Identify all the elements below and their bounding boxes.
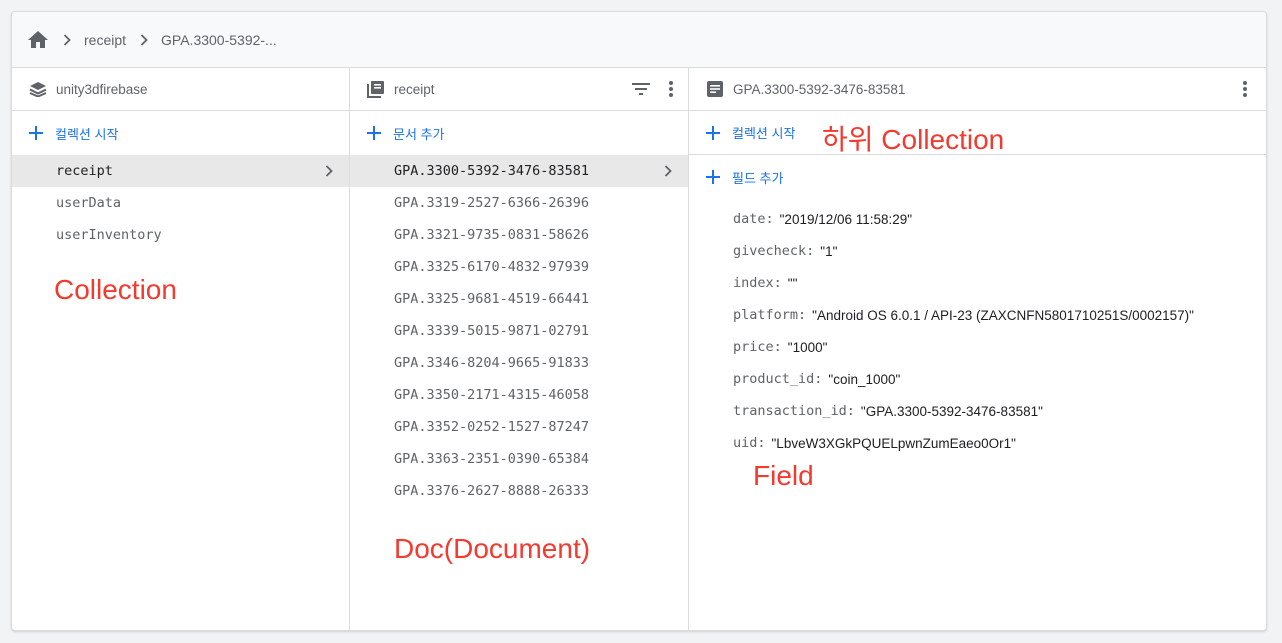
document-icon	[705, 79, 725, 99]
document-item[interactable]: GPA.3352-0252-1527-87247	[350, 411, 688, 443]
field-row[interactable]: date: "2019/12/06 11:58:29"	[689, 203, 1266, 235]
document-item[interactable]: GPA.3300-5392-3476-83581	[350, 155, 688, 187]
plus-icon	[704, 168, 722, 186]
field-key: uid:	[733, 435, 766, 451]
root-column-header: unity3dfirebase	[12, 68, 349, 111]
add-document-label: 문서 추가	[393, 126, 445, 142]
document-item-label: GPA.3352-0252-1527-87247	[394, 419, 590, 435]
document-item-label: GPA.3350-2171-4315-46058	[394, 387, 590, 403]
document-item[interactable]: GPA.3321-9735-0831-58626	[350, 219, 688, 251]
field-key: transaction_id:	[733, 403, 855, 419]
start-subcollection-label: 컬렉션 시작	[732, 126, 796, 141]
annotation-document: Doc(Document)	[394, 533, 591, 564]
field-row[interactable]: price: "1000"	[689, 331, 1266, 363]
breadcrumb-item-document[interactable]: GPA.3300-5392-...	[161, 32, 277, 48]
more-vert-icon[interactable]	[1234, 78, 1256, 100]
root-column: unity3dfirebase 컬렉션 시작 receipt userData …	[12, 68, 350, 630]
breadcrumb-item-collection[interactable]: receipt	[84, 32, 126, 48]
chevron-right-icon	[319, 161, 339, 181]
field-key: index:	[733, 275, 782, 291]
home-icon[interactable]	[27, 29, 49, 51]
annotation-subcollection: 하위 Collection	[822, 124, 1005, 155]
collection-item-userdata[interactable]: userData	[12, 187, 349, 219]
collection-item-label: userInventory	[56, 227, 162, 243]
field-value: "Android OS 6.0.1 / API-23 (ZAXCNFN58017…	[812, 307, 1194, 323]
plus-icon	[27, 124, 45, 142]
annotation-collection: Collection	[54, 274, 177, 305]
breadcrumb: receipt GPA.3300-5392-...	[12, 12, 1266, 68]
document-column: GPA.3300-5392-3476-83581 컬렉션 시작 필드 추가 da…	[689, 68, 1266, 630]
field-value: "1"	[820, 243, 838, 259]
document-item[interactable]: GPA.3363-2351-0390-65384	[350, 443, 688, 475]
field-value: "2019/12/06 11:58:29"	[779, 211, 913, 227]
collection-column: receipt 문서 추가 GPA.3300-5392-3476-83581 G…	[350, 68, 689, 630]
annotation-field: Field	[753, 460, 814, 491]
plus-icon	[704, 124, 722, 142]
field-key: givecheck:	[733, 243, 815, 259]
add-field-button[interactable]: 필드 추가	[689, 155, 1266, 199]
field-row[interactable]: uid: "LbveW3XGkPQUELpwnZumEaeo0Or1"	[689, 427, 1266, 459]
field-list: date: "2019/12/06 11:58:29" givecheck: "1"…	[689, 199, 1266, 459]
field-value: "coin_1000"	[828, 371, 901, 387]
database-icon	[28, 79, 48, 99]
collection-column-header: receipt	[350, 68, 688, 111]
start-collection-button[interactable]: 컬렉션 시작	[12, 111, 349, 155]
field-row[interactable]: platform: "Android OS 6.0.1 / API-23 (ZAX…	[689, 299, 1266, 331]
collection-title: receipt	[394, 81, 435, 97]
field-value: ""	[787, 275, 798, 291]
field-key: price:	[733, 339, 782, 355]
more-vert-icon[interactable]	[660, 78, 682, 100]
document-item[interactable]: GPA.3339-5015-9871-02791	[350, 315, 688, 347]
document-item-label: GPA.3363-2351-0390-65384	[394, 451, 590, 467]
start-collection-label: 컬렉션 시작	[55, 126, 119, 142]
filter-icon[interactable]	[630, 78, 652, 100]
chevron-right-icon	[658, 161, 678, 181]
field-value: "LbveW3XGkPQUELpwnZumEaeo0Or1"	[771, 435, 1016, 451]
collection-item-label: userData	[56, 195, 122, 211]
firestore-panel: receipt GPA.3300-5392-... unity3dfirebas…	[11, 11, 1267, 631]
collection-item-label: receipt	[56, 163, 113, 179]
field-key: product_id:	[733, 371, 823, 387]
document-item[interactable]: GPA.3325-9681-4519-66441	[350, 283, 688, 315]
field-value: "1000"	[787, 339, 828, 355]
document-item-label: GPA.3339-5015-9871-02791	[394, 323, 590, 339]
document-item-label: GPA.3300-5392-3476-83581	[394, 163, 590, 179]
chevron-right-icon	[134, 30, 154, 50]
plus-icon	[365, 124, 383, 142]
document-item[interactable]: GPA.3350-2171-4315-46058	[350, 379, 688, 411]
field-row[interactable]: index: ""	[689, 267, 1266, 299]
document-title: GPA.3300-5392-3476-83581	[733, 81, 906, 97]
field-row[interactable]: transaction_id: "GPA.3300-5392-3476-83581…	[689, 395, 1266, 427]
document-item[interactable]: GPA.3319-2527-6366-26396	[350, 187, 688, 219]
project-title: unity3dfirebase	[56, 81, 148, 97]
field-value: "GPA.3300-5392-3476-83581"	[860, 403, 1043, 419]
collection-item-userinventory[interactable]: userInventory	[12, 219, 349, 251]
document-item-label: GPA.3376-2627-8888-26333	[394, 483, 590, 499]
document-item-label: GPA.3321-9735-0831-58626	[394, 227, 590, 243]
field-key: platform:	[733, 307, 807, 323]
document-item-label: GPA.3325-6170-4832-97939	[394, 259, 590, 275]
field-row[interactable]: givecheck: "1"	[689, 235, 1266, 267]
chevron-right-icon	[57, 30, 77, 50]
document-item[interactable]: GPA.3346-8204-9665-91833	[350, 347, 688, 379]
document-item[interactable]: GPA.3376-2627-8888-26333	[350, 475, 688, 507]
collection-item-receipt[interactable]: receipt	[12, 155, 349, 187]
document-item-label: GPA.3325-9681-4519-66441	[394, 291, 590, 307]
field-key: date:	[733, 211, 774, 227]
field-row[interactable]: product_id: "coin_1000"	[689, 363, 1266, 395]
collection-icon	[366, 79, 386, 99]
document-column-header: GPA.3300-5392-3476-83581	[689, 68, 1266, 111]
add-field-label: 필드 추가	[732, 170, 784, 186]
document-item[interactable]: GPA.3325-6170-4832-97939	[350, 251, 688, 283]
document-item-label: GPA.3319-2527-6366-26396	[394, 195, 590, 211]
add-document-button[interactable]: 문서 추가	[350, 111, 688, 155]
document-item-label: GPA.3346-8204-9665-91833	[394, 355, 590, 371]
